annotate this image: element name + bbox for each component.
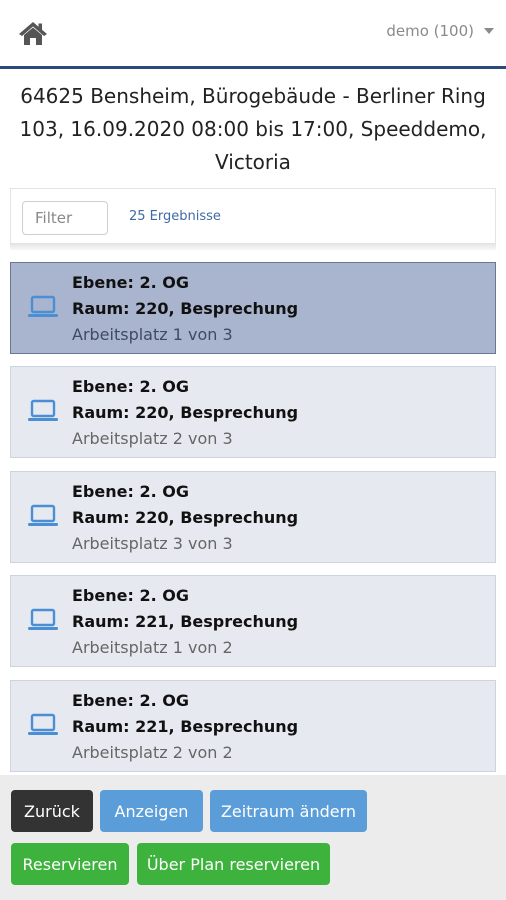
caret-down-icon [484,28,494,34]
card-room: Raum: 220, Besprechung [72,508,299,527]
workplace-card[interactable]: Ebene: 2. OG Raum: 220, Besprechung Arbe… [10,366,496,458]
card-level: Ebene: 2. OG [72,273,189,292]
card-level: Ebene: 2. OG [72,377,189,396]
reserve-via-plan-button[interactable]: Über Plan reservieren [137,843,330,885]
workplace-list: Ebene: 2. OG Raum: 220, Besprechung Arbe… [0,262,506,772]
filter-bar: 25 Ergebnisse [10,188,496,244]
card-room: Raum: 220, Besprechung [72,403,299,422]
top-navbar: demo (100) [0,0,506,69]
filter-input[interactable] [22,201,108,235]
card-workplace: Arbeitsplatz 1 von 3 [72,325,233,344]
card-room: Raum: 221, Besprechung [72,612,299,631]
workplace-card[interactable]: Ebene: 2. OG Raum: 221, Besprechung Arbe… [10,575,496,667]
title-line-3: Victoria [215,150,291,174]
page-title: 64625 Bensheim, Bürogebäude - Berliner R… [10,80,496,179]
workplace-card[interactable]: Ebene: 2. OG Raum: 220, Besprechung Arbe… [10,262,496,354]
user-menu-label: demo (100) [386,22,474,40]
change-period-button[interactable]: Zeitraum ändern [210,790,367,832]
result-count: 25 Ergebnisse [129,209,221,224]
card-level: Ebene: 2. OG [72,482,189,501]
title-line-1: 64625 Bensheim, Bürogebäude - Berliner R… [20,84,486,108]
card-level: Ebene: 2. OG [72,586,189,605]
card-workplace: Arbeitsplatz 2 von 2 [72,743,233,762]
home-icon [19,22,47,45]
workplace-card[interactable]: Ebene: 2. OG Raum: 221, Besprechung Arbe… [10,680,496,772]
title-line-2: 103, 16.09.2020 08:00 bis 17:00, Speedde… [19,117,487,141]
show-button[interactable]: Anzeigen [100,790,203,832]
reserve-button[interactable]: Reservieren [11,843,129,885]
card-level: Ebene: 2. OG [72,691,189,710]
laptop-icon [28,713,58,735]
back-button[interactable]: Zurück [11,790,93,832]
card-room: Raum: 221, Besprechung [72,717,299,736]
laptop-icon [28,295,58,317]
card-workplace: Arbeitsplatz 2 von 3 [72,429,233,448]
user-menu-dropdown[interactable]: demo (100) [386,22,494,40]
laptop-icon [28,608,58,630]
card-room: Raum: 220, Besprechung [72,299,299,318]
laptop-icon [28,399,58,421]
action-footer: Zurück Anzeigen Zeitraum ändern Reservie… [0,775,506,900]
laptop-icon [28,504,58,526]
list-top-divider [10,244,496,250]
home-button[interactable] [18,20,48,46]
card-workplace: Arbeitsplatz 3 von 3 [72,534,233,553]
card-workplace: Arbeitsplatz 1 von 2 [72,638,233,657]
workplace-card[interactable]: Ebene: 2. OG Raum: 220, Besprechung Arbe… [10,471,496,563]
